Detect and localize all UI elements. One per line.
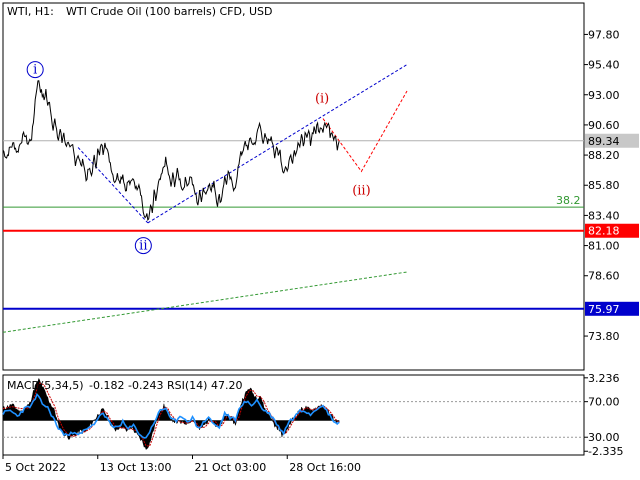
trend-line xyxy=(322,90,408,173)
macd-label: MACD(5,34,5) xyxy=(7,379,84,392)
trading-chart: 97.80 95.40 93.00 90.60 88.20 85.80 83.40 81.00… xyxy=(0,0,640,480)
price-series xyxy=(2,80,340,222)
y-tick-label: 85.80 xyxy=(588,179,620,192)
ind-tick-label: 30.00 xyxy=(588,431,620,444)
y-tick-label: 83.40 xyxy=(588,209,620,222)
y-tick-label: 95.40 xyxy=(588,59,620,72)
ind-tick-label: -2.335 xyxy=(588,445,623,458)
trend-line xyxy=(147,64,408,224)
rsi-label: RSI(14) xyxy=(167,379,207,392)
x-tick-label: 13 Oct 13:00 xyxy=(100,461,172,474)
ind-tick-label: 70.00 xyxy=(588,396,620,409)
wave-label: ii xyxy=(139,239,147,254)
trend-line xyxy=(77,147,149,224)
y-tick-label: 78.60 xyxy=(588,270,620,283)
wave-label: (ii) xyxy=(352,183,370,198)
macd-value-1: -0.182 xyxy=(89,379,124,392)
y-tick-label: 93.00 xyxy=(588,89,620,102)
indicator-header: MACD(5,34,5) -0.182 -0.243 RSI(14) 47.20 xyxy=(7,379,243,392)
current-price-label: 89.34 xyxy=(588,135,620,148)
chart-description: WTI Crude Oil (100 barrels) CFD, USD xyxy=(66,5,272,18)
y-tick-label: 73.80 xyxy=(588,330,620,343)
y-tick-label: 90.60 xyxy=(588,119,620,132)
wave-label: (i) xyxy=(315,92,329,107)
y-tick-label: 97.80 xyxy=(588,28,620,41)
fib-level-label: 38.2 xyxy=(556,194,581,207)
y-tick-label: 88.20 xyxy=(588,149,620,162)
macd-value-2: -0.243 xyxy=(128,379,163,392)
y-tick-label: 81.00 xyxy=(588,240,620,253)
rsi-value: 47.20 xyxy=(211,379,243,392)
price-panel-frame xyxy=(2,2,585,371)
x-tick-label: 5 Oct 2022 xyxy=(5,461,66,474)
ind-tick-label: 3.236 xyxy=(588,372,620,385)
x-tick-label: 21 Oct 03:00 xyxy=(194,461,266,474)
price-panel: 97.80 95.40 93.00 90.60 88.20 85.80 83.40 81.00… xyxy=(2,28,639,343)
chart-symbol: WTI, H1: xyxy=(7,5,54,18)
x-axis: 5 Oct 2022 13 Oct 13:00 21 Oct 03:00 28 Oct… xyxy=(2,455,361,474)
wave-label: i xyxy=(33,63,37,78)
trend-line xyxy=(2,271,408,333)
x-tick-label: 28 Oct 16:00 xyxy=(289,461,361,474)
chart-canvas: 97.80 95.40 93.00 90.60 88.20 85.80 83.40 81.00… xyxy=(2,2,639,474)
level-price-label: 75.97 xyxy=(588,303,620,316)
level-price-label: 82.18 xyxy=(588,225,620,238)
